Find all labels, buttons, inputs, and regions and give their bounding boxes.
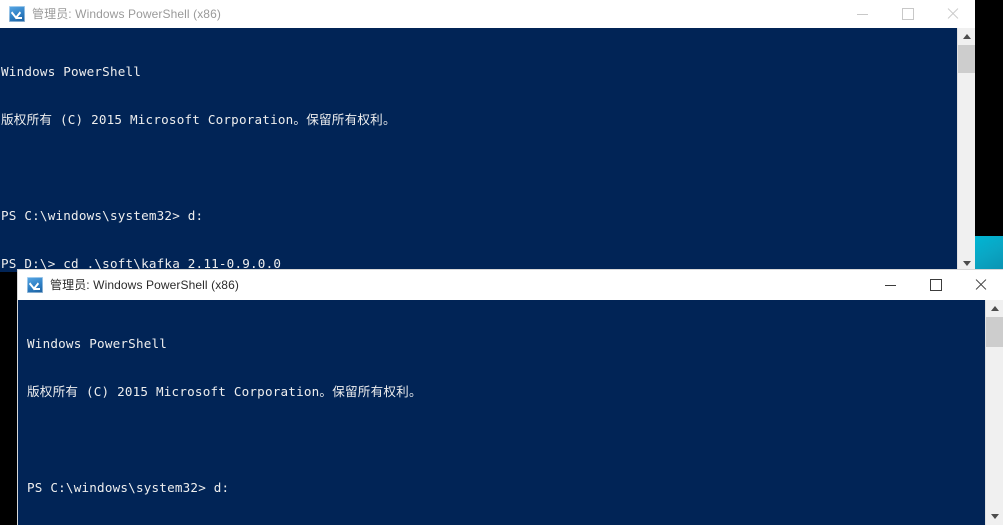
- console-output-consumer[interactable]: Windows PowerShell 版权所有 (C) 2015 Microso…: [0, 28, 975, 272]
- window-title-producer: 管理员: Windows PowerShell (x86): [50, 278, 239, 292]
- console-line: Windows PowerShell: [1, 64, 142, 79]
- minimize-button-producer[interactable]: [868, 270, 913, 300]
- scrollbar-thumb-consumer[interactable]: [958, 45, 975, 73]
- powershell-icon: [27, 277, 43, 293]
- scrollbar-producer[interactable]: [985, 300, 1003, 525]
- chevron-down-icon: [962, 261, 971, 266]
- console-output-producer[interactable]: Windows PowerShell 版权所有 (C) 2015 Microso…: [18, 300, 1003, 525]
- minimize-button-consumer[interactable]: [840, 0, 885, 28]
- titlebar-producer[interactable]: 管理员: Windows PowerShell (x86): [18, 270, 1003, 300]
- maximize-button-producer[interactable]: [913, 270, 958, 300]
- console-line: Windows PowerShell: [27, 336, 168, 351]
- maximize-icon: [929, 279, 942, 291]
- close-icon: [975, 279, 987, 291]
- scroll-up-button-consumer[interactable]: [958, 28, 975, 45]
- powershell-window-producer[interactable]: 管理员: Windows PowerShell (x86) Windows Po…: [18, 270, 1003, 525]
- console-line: PS C:\windows\system32> d:: [1, 208, 204, 223]
- scroll-down-button-producer[interactable]: [986, 508, 1003, 525]
- chevron-up-icon: [962, 34, 971, 39]
- close-icon: [947, 8, 959, 20]
- titlebar-consumer[interactable]: 管理员: Windows PowerShell (x86): [0, 0, 975, 28]
- close-button-consumer[interactable]: [930, 0, 975, 28]
- maximize-button-consumer[interactable]: [885, 0, 930, 28]
- window-title-consumer: 管理员: Windows PowerShell (x86): [32, 7, 221, 21]
- console-line: 版权所有 (C) 2015 Microsoft Corporation。保留所有…: [27, 384, 422, 399]
- maximize-icon: [901, 8, 914, 20]
- minimize-icon: [857, 13, 868, 15]
- chevron-down-icon: [990, 514, 999, 519]
- close-button-producer[interactable]: [958, 270, 1003, 300]
- console-line: 版权所有 (C) 2015 Microsoft Corporation。保留所有…: [1, 112, 396, 127]
- console-line: PS C:\windows\system32> d:: [27, 480, 230, 495]
- scrollbar-consumer[interactable]: [957, 28, 975, 272]
- scroll-up-button-producer[interactable]: [986, 300, 1003, 317]
- console-text-consumer: Windows PowerShell 版权所有 (C) 2015 Microso…: [0, 28, 975, 272]
- window-controls-consumer[interactable]: [840, 0, 975, 28]
- scrollbar-thumb-producer[interactable]: [986, 317, 1003, 347]
- console-text-producer: Windows PowerShell 版权所有 (C) 2015 Microso…: [18, 300, 1003, 525]
- powershell-window-consumer[interactable]: 管理员: Windows PowerShell (x86) Windows Po…: [0, 0, 975, 272]
- window-controls-producer[interactable]: [868, 270, 1003, 300]
- minimize-icon: [885, 284, 896, 286]
- chevron-up-icon: [990, 306, 999, 311]
- powershell-icon: [9, 6, 25, 22]
